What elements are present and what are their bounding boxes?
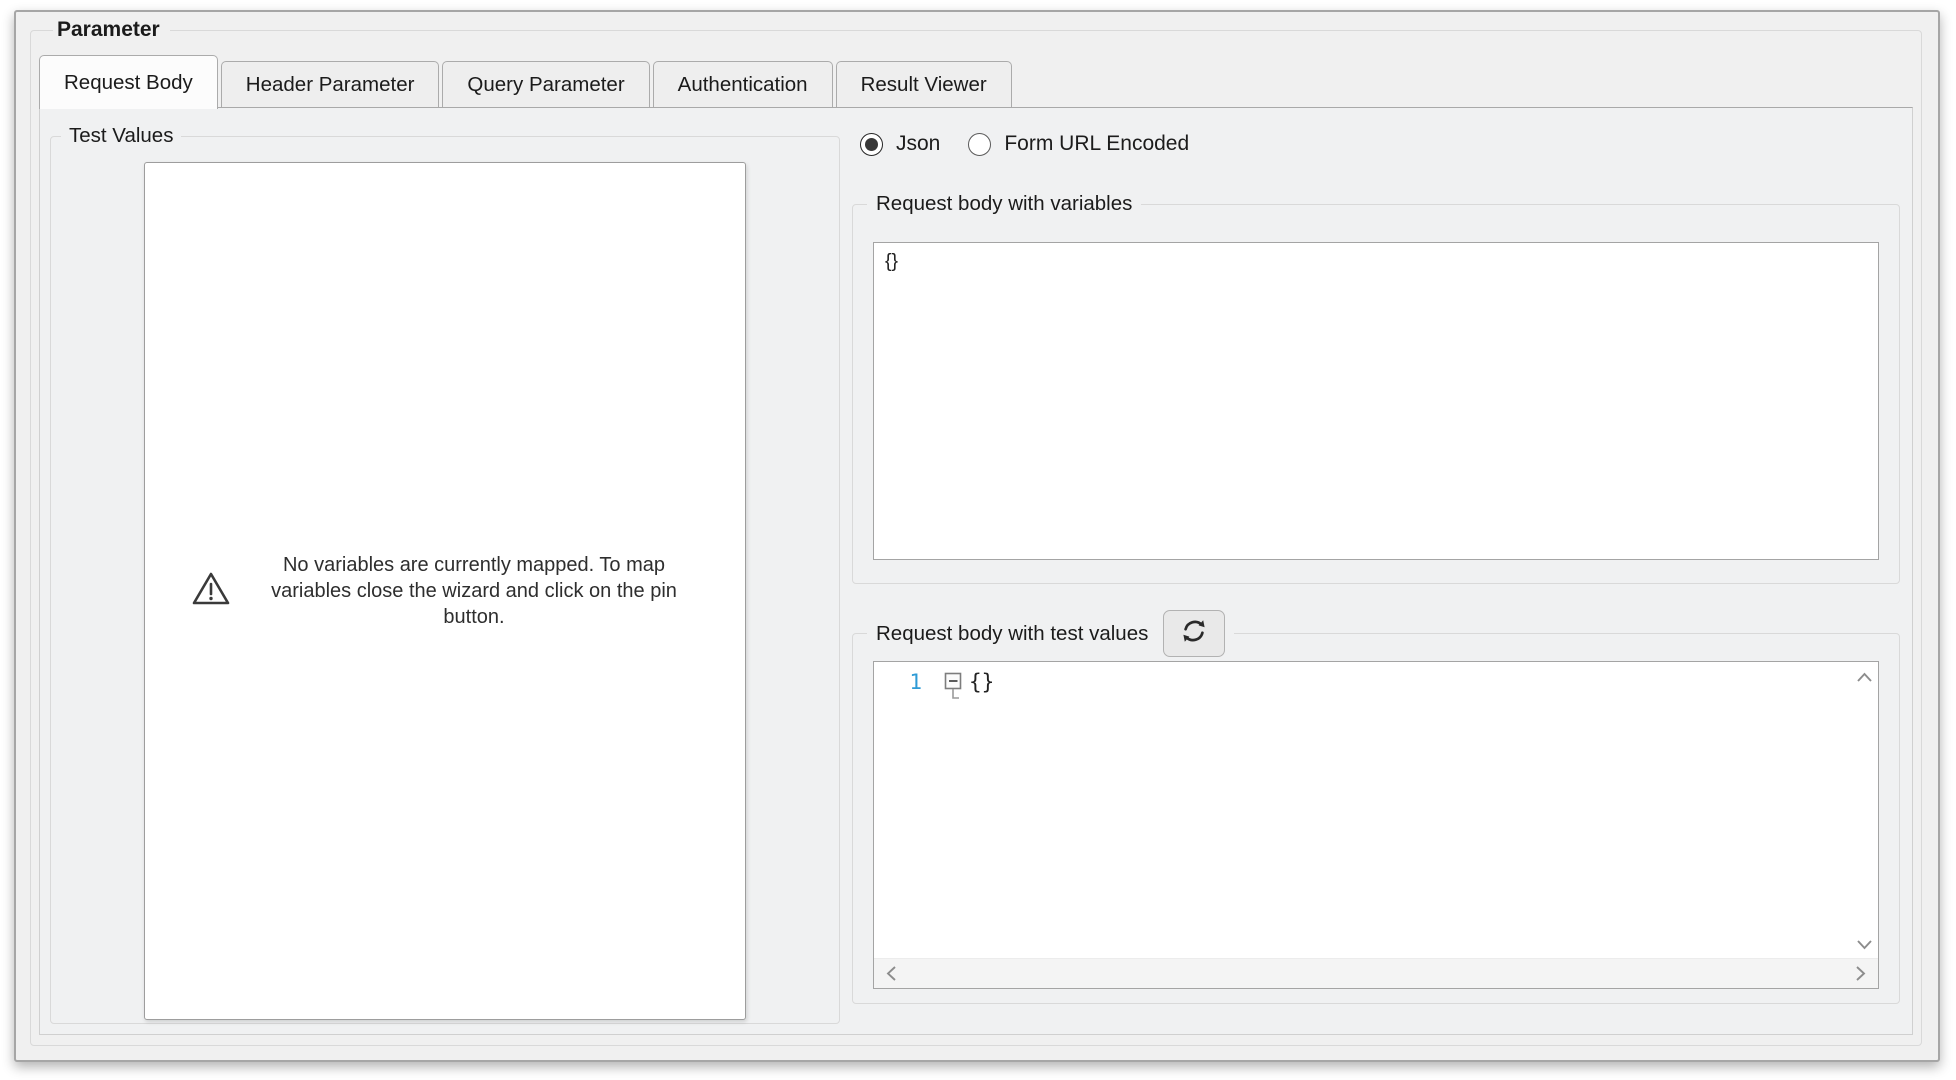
line-number: 1 [909,670,922,694]
scroll-up-icon[interactable] [1856,672,1873,683]
no-variables-warning: No variables are currently mapped. To ma… [166,552,724,630]
tab-content-request-body: Test Values No variables are currently m… [39,107,1913,1035]
no-variables-message: No variables are currently mapped. To ma… [271,554,677,628]
scroll-right-icon[interactable] [1855,965,1866,982]
test-values-group: Test Values No variables are currently m… [50,124,840,1024]
tab-header-parameter[interactable]: Header Parameter [220,61,440,108]
request-body-panel: Json Form URL Encoded Request body with … [852,108,1900,1026]
tab-bar: Request Body Header Parameter Query Para… [39,54,1913,109]
wizard-window: Parameter Request Body Header Parameter … [14,10,1940,1062]
request-body-test-values-title: Request body with test values [876,621,1149,645]
request-body-variables-group: Request body with variables {} [852,192,1900,584]
scroll-left-icon[interactable] [886,965,897,982]
tab-result-viewer[interactable]: Result Viewer [835,61,1012,108]
collapse-region-icon[interactable] [944,672,964,707]
body-format-radio-group: Json Form URL Encoded [860,132,1900,156]
parameter-group: Parameter Request Body Header Parameter … [30,18,1922,1046]
radio-option-json[interactable]: Json [860,132,940,156]
scroll-down-icon[interactable] [1856,939,1873,950]
radio-form-url-unselected[interactable] [968,132,992,156]
refresh-button[interactable] [1163,610,1226,657]
tab-authentication[interactable]: Authentication [652,61,833,108]
request-body-variables-input[interactable]: {} [873,242,1879,560]
radio-form-url-label: Form URL Encoded [1004,132,1190,155]
warning-triangle-icon [190,570,232,613]
parameter-group-title: Parameter [57,18,160,41]
horizontal-scrollbar[interactable] [874,958,1878,988]
request-body-test-values-group: Request body with test values 1 {} [852,610,1900,1004]
radio-json-selected[interactable] [860,132,883,156]
vertical-scrollbar[interactable] [1850,662,1878,958]
radio-json-label: Json [896,132,941,155]
editor-code: {} [969,670,995,694]
request-body-variables-title: Request body with variables [876,192,1133,215]
tab-query-parameter[interactable]: Query Parameter [442,61,650,108]
test-values-listbox[interactable]: No variables are currently mapped. To ma… [144,162,746,1020]
editor-line-1: 1 {} [874,662,1878,707]
sync-refresh-icon [1178,615,1210,653]
request-body-test-values-editor[interactable]: 1 {} [873,661,1879,989]
tab-request-body[interactable]: Request Body [39,55,218,109]
radio-option-form-url-encoded[interactable]: Form URL Encoded [968,132,1189,156]
test-values-title: Test Values [69,124,174,147]
